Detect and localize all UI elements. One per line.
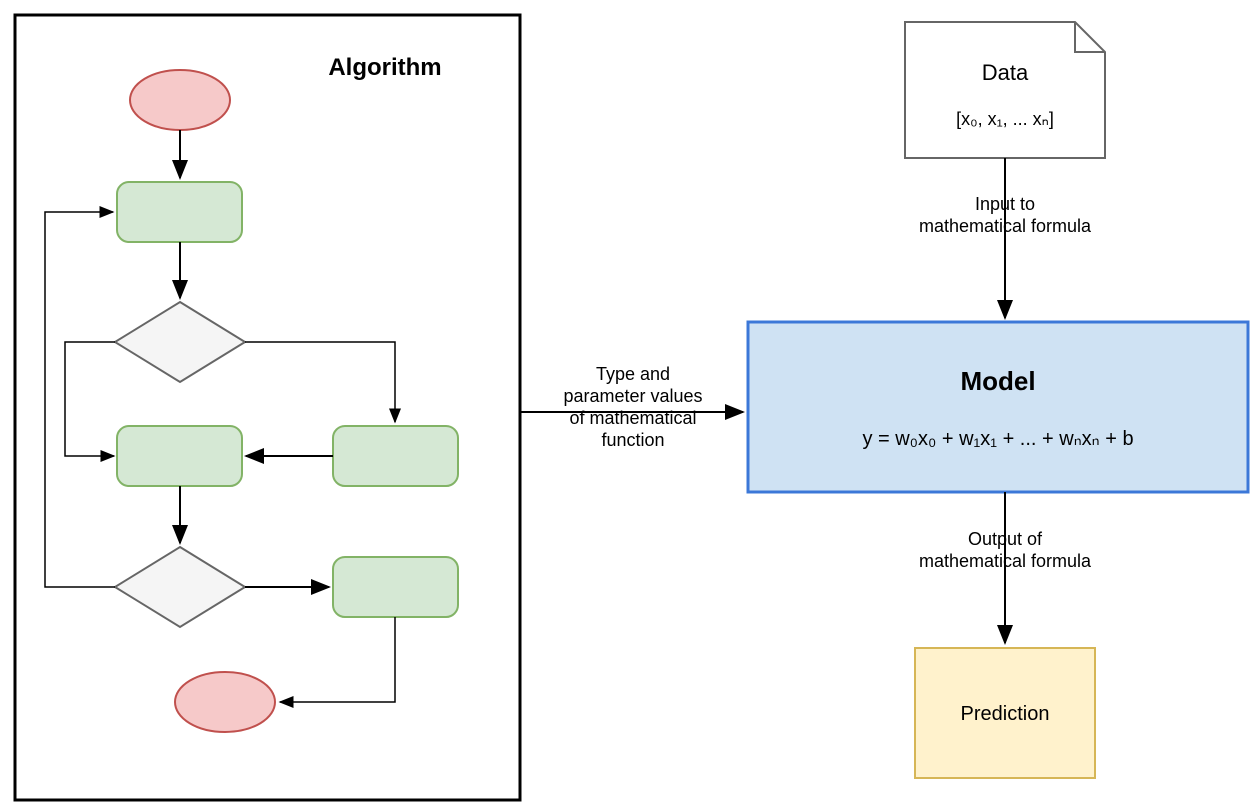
arrow <box>65 342 115 456</box>
algorithm-box <box>15 15 520 800</box>
flowchart-end <box>175 672 275 732</box>
flowchart-process-1 <box>117 182 242 242</box>
prediction-label: Prediction <box>961 703 1050 725</box>
flowchart-process-3 <box>333 426 458 486</box>
diagram-canvas: Algorithm Type and parameter values of m… <box>0 0 1260 812</box>
data-document <box>905 22 1105 158</box>
data-content: [x₀, x₁, ... xₙ] <box>956 109 1054 129</box>
flowchart-process-2 <box>117 426 242 486</box>
connector1-line1: Type and <box>596 364 670 384</box>
connector2-line1: Input to <box>975 194 1035 214</box>
arrow <box>45 212 115 587</box>
model-formula: y = w₀x₀ + w₁x₁ + ... + wₙxₙ + b <box>862 428 1133 450</box>
model-box <box>748 322 1248 492</box>
data-title: Data <box>982 60 1029 85</box>
arrow <box>280 617 395 702</box>
connector2-line2: mathematical formula <box>919 216 1092 236</box>
connector3-line1: Output of <box>968 529 1043 549</box>
flowchart-decision-2 <box>115 547 245 627</box>
connector3-line2: mathematical formula <box>919 551 1092 571</box>
flowchart-decision-1 <box>115 302 245 382</box>
algorithm-title: Algorithm <box>328 54 441 81</box>
connector1-line3: of mathematical <box>569 408 696 428</box>
connector1-line2: parameter values <box>563 386 702 406</box>
connector1-line4: function <box>601 430 664 450</box>
flowchart-start <box>130 70 230 130</box>
flowchart-process-4 <box>333 557 458 617</box>
arrow <box>245 342 395 422</box>
model-title: Model <box>960 366 1035 396</box>
